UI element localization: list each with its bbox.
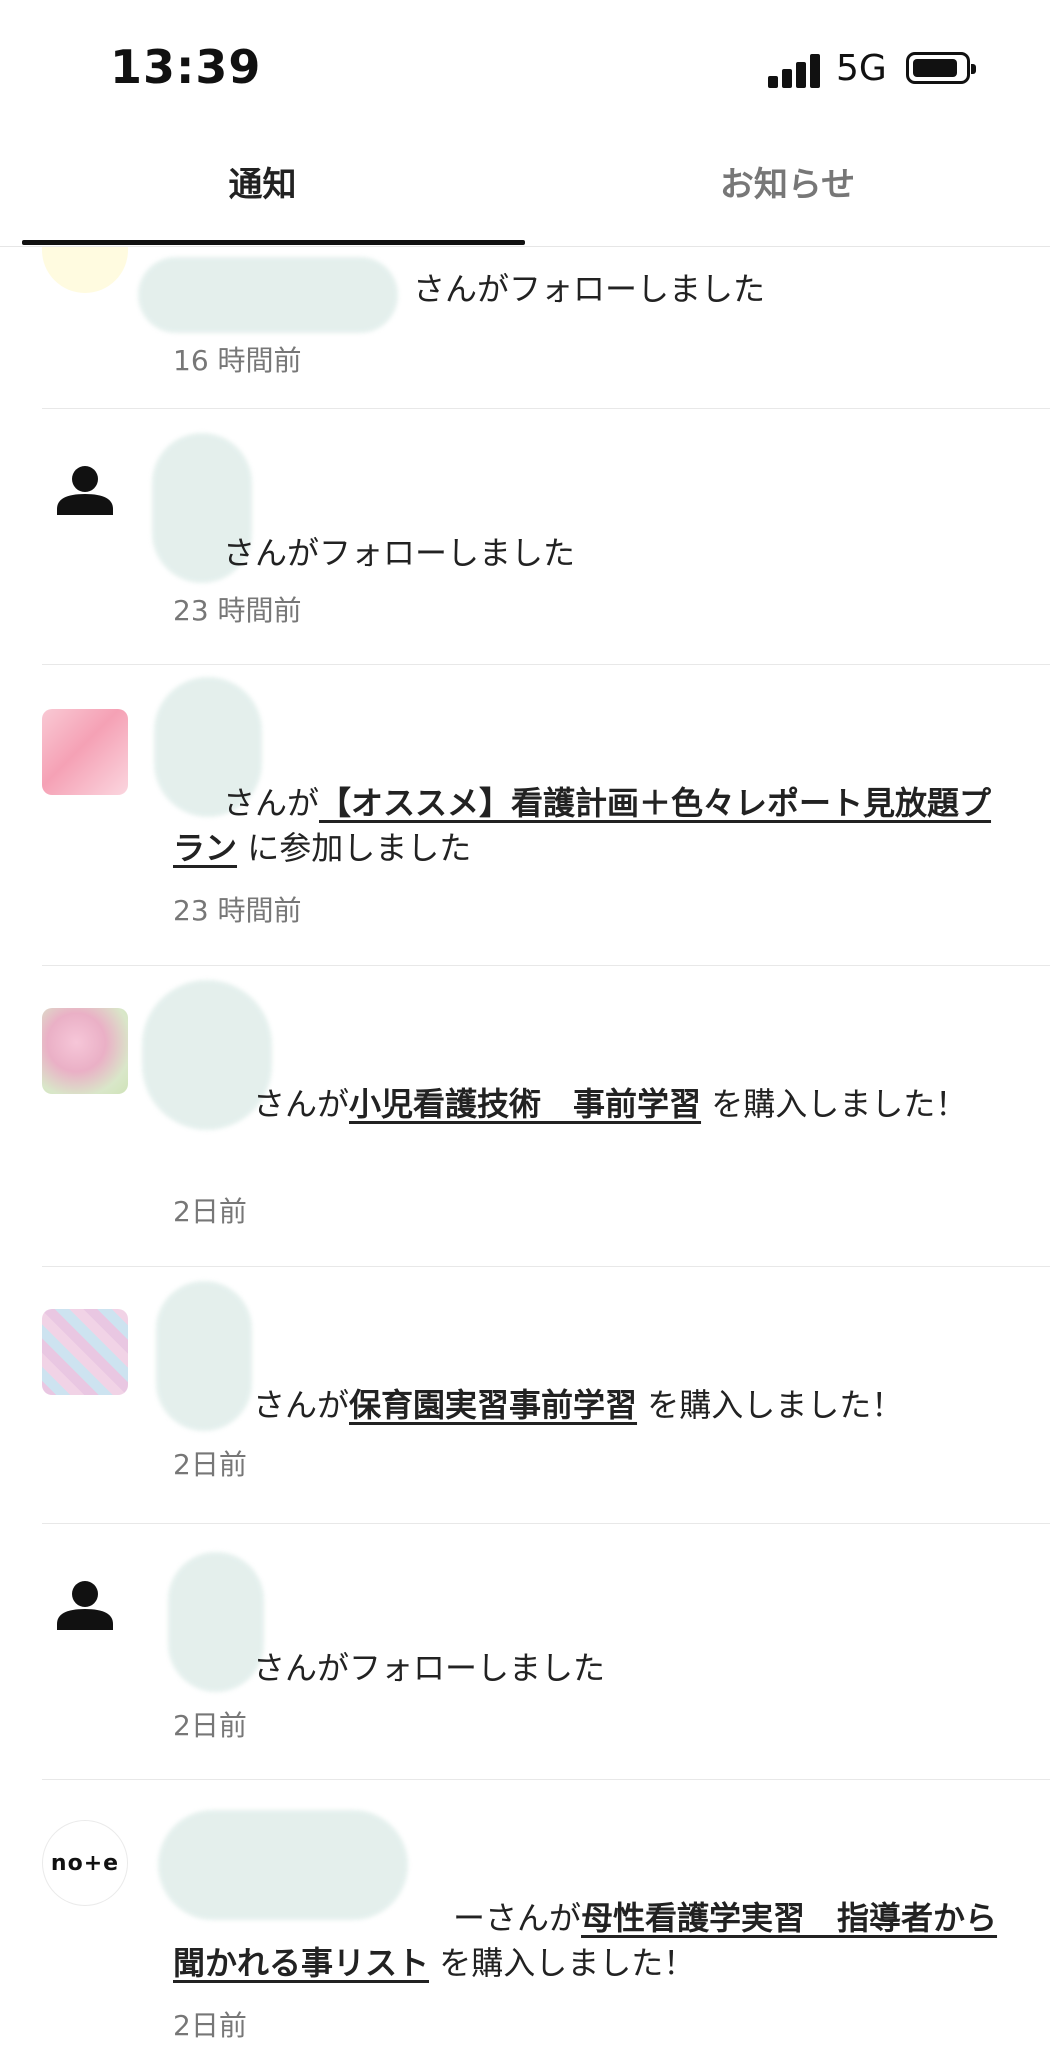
- notification-item[interactable]: no+e ーさんが母性看護学実習 指導者から聞かれる事リスト を購入しました！ …: [42, 1780, 1050, 2048]
- timestamp: 2日前: [173, 1709, 247, 1742]
- tab-bar: 通知 お知らせ: [0, 140, 1050, 247]
- notification-item[interactable]: さんがフォローしました 23 時間前: [42, 409, 1050, 665]
- battery-icon: [906, 52, 976, 84]
- timestamp: 23 時間前: [173, 594, 302, 627]
- notification-text: さんがフォローしました: [253, 1649, 606, 1687]
- person-icon: [57, 466, 113, 515]
- clock: 13:39: [110, 40, 262, 94]
- article-link[interactable]: 小児看護技術 事前学習: [349, 1085, 701, 1123]
- tab-announcements[interactable]: お知らせ: [525, 140, 1050, 244]
- note-logo[interactable]: no+e: [42, 1820, 128, 1906]
- article-link[interactable]: 保育園実習事前学習: [349, 1386, 637, 1424]
- timestamp: 16 時間前: [173, 344, 302, 377]
- timestamp: 2日前: [173, 1195, 247, 1228]
- timestamp: 2日前: [173, 1448, 247, 1481]
- notification-text: さんがフォローしました: [223, 534, 576, 572]
- tab-notifications[interactable]: 通知: [0, 140, 525, 244]
- notification-text: さんが【オススメ】看護計画＋色々レポート見放題プラン に参加しました: [173, 784, 992, 867]
- notification-item[interactable]: さんが保育園実習事前学習 を購入しました！ 2日前: [42, 1267, 1050, 1524]
- active-tab-indicator: [22, 240, 525, 245]
- cherry-blossom-thumbnail[interactable]: [42, 1008, 128, 1094]
- notification-list[interactable]: さんがフォローしました 16 時間前 さんがフォローしました 23 時間前 さん…: [0, 247, 1050, 2048]
- avatar[interactable]: [42, 449, 128, 535]
- notification-item[interactable]: さんがフォローしました 16 時間前: [42, 247, 1050, 409]
- timestamp: 23 時間前: [173, 894, 302, 927]
- notification-item[interactable]: さんが小児看護技術 事前学習 を購入しました！ 2日前: [42, 966, 1050, 1267]
- notification-text: さんが保育園実習事前学習 を購入しました！: [253, 1386, 904, 1424]
- avatar[interactable]: [42, 247, 128, 293]
- signal-icon: [768, 54, 822, 88]
- network-type: 5G: [836, 48, 887, 89]
- person-icon: [57, 1581, 113, 1630]
- notification-text: さんがフォローしました: [413, 270, 766, 308]
- notification-text: ーさんが母性看護学実習 指導者から聞かれる事リスト を購入しました！: [173, 1899, 998, 1982]
- pattern-thumbnail[interactable]: [42, 1309, 128, 1395]
- notification-item[interactable]: さんがフォローしました 2日前: [42, 1524, 1050, 1780]
- timestamp: 2日前: [173, 2009, 247, 2042]
- avatar[interactable]: [42, 1564, 128, 1650]
- notification-text: さんが小児看護技術 事前学習 を購入しました！: [253, 1085, 968, 1123]
- status-bar: 13:39 5G: [0, 0, 1050, 140]
- notification-item[interactable]: さんが【オススメ】看護計画＋色々レポート見放題プラン に参加しました 23 時間…: [42, 665, 1050, 966]
- nurse-plan-thumbnail[interactable]: [42, 709, 128, 795]
